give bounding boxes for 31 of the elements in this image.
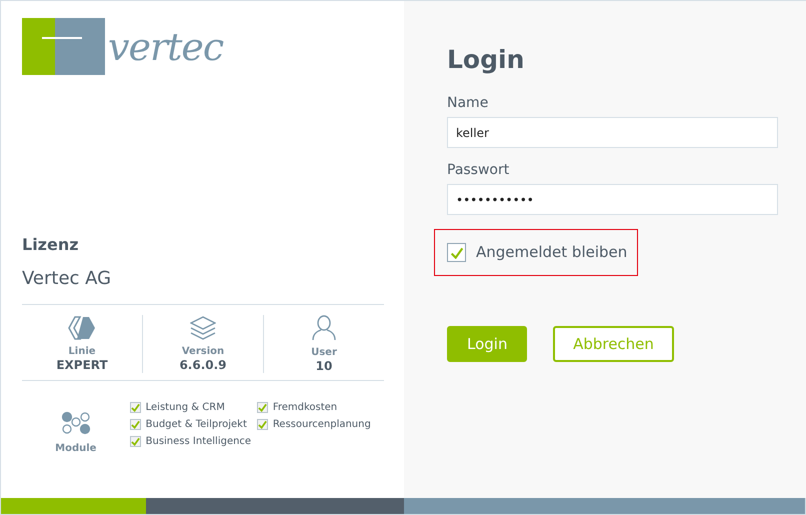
hexagon-icon [67, 315, 97, 340]
checkbox[interactable] [447, 243, 466, 262]
modules-label: Module [55, 442, 96, 456]
license-heading: Lizenz [22, 234, 80, 256]
stat-label: Linie [68, 346, 96, 358]
company-name: Vertec AG [22, 267, 112, 291]
logo: vertec [22, 18, 228, 75]
field-label: Name [447, 94, 490, 113]
stat-label: User [311, 347, 337, 359]
input-field[interactable]: keller [447, 117, 778, 148]
stat-value: EXPERT [56, 358, 108, 372]
module-label: Leistung & CRM [146, 401, 225, 416]
login-heading: Login [447, 45, 526, 75]
stat-value: 10 [316, 359, 332, 374]
module-label: Business Intelligence [146, 435, 252, 450]
checkbox[interactable] [256, 419, 268, 430]
checkbox[interactable] [130, 436, 141, 448]
input-field[interactable]: ••••••••••• [447, 184, 778, 215]
module-label: Ressourcenplanung [272, 418, 371, 432]
layers-icon [190, 315, 216, 340]
module-label: Fremdkosten [272, 401, 338, 416]
stat-value: 6.6.0.9 [179, 358, 227, 372]
module-label: Budget & Teilprojekt [146, 418, 247, 432]
hexagons-icon [60, 411, 91, 436]
checkbox[interactable] [130, 419, 141, 430]
checkbox[interactable] [130, 402, 141, 414]
checkbox-label: Angemeldet bleiben [476, 242, 628, 264]
stat-label: Version [182, 346, 224, 358]
checkbox[interactable] [256, 402, 268, 414]
user-icon [312, 315, 336, 341]
field-label: Passwort [447, 161, 510, 180]
